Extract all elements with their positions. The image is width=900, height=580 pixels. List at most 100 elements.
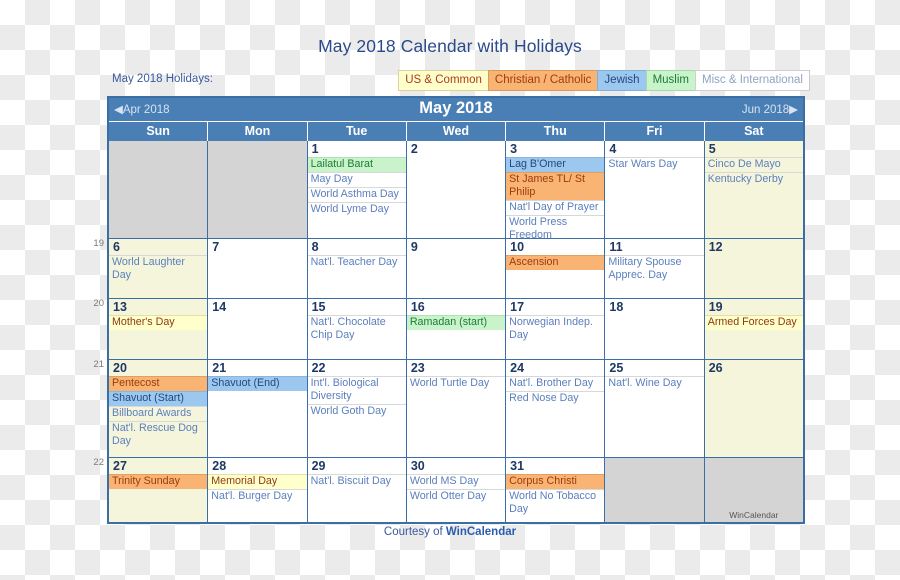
legend: May 2018 Holidays: US & Common Christian … xyxy=(108,70,810,92)
event-item[interactable]: Int'l. Biological Diversity xyxy=(307,376,406,404)
event-item[interactable]: World Turtle Day xyxy=(406,376,506,391)
event-item[interactable]: Nat'l Day of Prayer xyxy=(506,200,605,215)
event-item[interactable]: Nat'l. Teacher Day xyxy=(307,255,406,270)
day-number: 6 xyxy=(113,240,120,254)
legend-chip-us[interactable]: US & Common xyxy=(398,70,488,91)
day-cell[interactable]: 31 Corpus Christi World No Tobacco Day xyxy=(506,458,606,522)
event-item[interactable]: Star Wars Day xyxy=(605,157,704,172)
day-cell[interactable]: 14 xyxy=(208,299,308,359)
day-number: 27 xyxy=(113,459,127,473)
day-cell[interactable]: 2 xyxy=(406,141,507,238)
day-number: 23 xyxy=(410,361,425,375)
day-cell[interactable]: 20 Pentecost Shavuot (Start) Billboard Awar… xyxy=(109,360,209,457)
day-cell[interactable]: 26 xyxy=(704,360,803,457)
footer: Courtesy of WinCalendar xyxy=(0,526,900,538)
day-cell[interactable]: 28 Memorial Day Nat'l. Burger Day xyxy=(208,458,308,522)
day-cell[interactable]: 25 Nat'l. Wine Day xyxy=(605,360,705,457)
calendar-week-row: 20 Pentecost Shavuot (Start) Billboard Awar… xyxy=(109,359,803,457)
day-cell[interactable]: 23 World Turtle Day xyxy=(406,360,507,457)
event-item[interactable]: Corpus Christi xyxy=(506,474,605,489)
day-cell[interactable]: 9 xyxy=(406,239,507,298)
event-item[interactable]: Nat'l. Wine Day xyxy=(605,376,704,391)
event-item[interactable]: World Laughter Day xyxy=(109,255,208,283)
day-cell[interactable]: 7 xyxy=(208,239,308,298)
event-item[interactable]: St James TL/ St Philip xyxy=(506,172,605,200)
day-cell[interactable]: 10 Ascension xyxy=(506,239,606,298)
event-item[interactable]: Nat'l. Biscuit Day xyxy=(307,474,406,489)
day-cell[interactable]: 3 Lag B'Omer St James TL/ St Philip Nat'l D… xyxy=(506,141,606,238)
event-item[interactable]: Shavuot (End) xyxy=(208,376,307,391)
day-cell[interactable]: 22 Int'l. Biological Diversity World Goth … xyxy=(307,360,407,457)
day-cell[interactable]: 27 Trinity Sunday xyxy=(109,458,209,522)
day-cell[interactable]: 19 Armed Forces Day xyxy=(704,299,803,359)
day-cell[interactable]: 1 Lailatul Barat May Day World Asthma Day Wo… xyxy=(307,141,407,238)
event-item[interactable]: World Otter Day xyxy=(406,489,506,504)
event-item[interactable]: Nat'l. Burger Day xyxy=(208,489,307,504)
event-item[interactable]: World No Tobacco Day xyxy=(506,489,605,517)
event-item[interactable]: Lailatul Barat xyxy=(307,157,406,172)
event-item[interactable]: Nat'l. Brother Day xyxy=(506,376,605,391)
day-cell[interactable]: 17 Norwegian Indep. Day xyxy=(506,299,606,359)
day-number: 22 xyxy=(311,361,326,375)
next-month-link[interactable]: Jun 2018▶ xyxy=(742,102,798,116)
day-cell[interactable]: 21 Shavuot (End) xyxy=(208,360,308,457)
event-item[interactable]: Nat'l. Chocolate Chip Day xyxy=(307,315,406,343)
day-number: 17 xyxy=(510,300,525,314)
event-item[interactable]: Pentecost xyxy=(109,376,208,391)
event-item[interactable]: Nat'l. Rescue Dog Day xyxy=(109,421,208,449)
event-item[interactable]: Cinco De Mayo xyxy=(704,157,803,172)
day-cell[interactable]: 29 Nat'l. Biscuit Day xyxy=(307,458,407,522)
footer-brand[interactable]: WinCalendar xyxy=(446,526,516,538)
event-item[interactable]: Ascension xyxy=(506,255,605,270)
calendar-week-row: 6 World Laughter Day 7 8 Nat'l. Teacher Day 9… xyxy=(109,238,803,298)
day-cell[interactable]: 18 xyxy=(605,299,705,359)
legend-chip-jew[interactable]: Jewish xyxy=(597,70,646,91)
event-item[interactable]: May Day xyxy=(307,172,406,187)
day-cell[interactable]: 5 Cinco De Mayo Kentucky Derby xyxy=(704,141,803,238)
day-cell[interactable]: 6 World Laughter Day xyxy=(109,239,209,298)
calendar-week-row: 1 Lailatul Barat May Day World Asthma Day Wo… xyxy=(109,141,803,238)
calendar-page: May 2018 Calendar with Holidays May 2018… xyxy=(0,0,900,580)
legend-chip-misc[interactable]: Misc & International xyxy=(695,70,810,91)
day-of-week-header: Sun Mon Tue Wed Thu Fri Sat xyxy=(109,121,803,141)
day-number: 7 xyxy=(212,240,220,254)
legend-chip-chr[interactable]: Christian / Catholic xyxy=(487,70,598,91)
week-number: 21 xyxy=(93,359,104,370)
day-cell[interactable]: 4 Star Wars Day xyxy=(605,141,705,238)
day-header-sat: Sat xyxy=(744,124,764,138)
event-item[interactable]: Trinity Sunday xyxy=(109,474,208,489)
calendar-week-row: 27 Trinity Sunday 28 Memorial Day Nat'l. Bur… xyxy=(109,457,803,522)
event-item[interactable]: Red Nose Day xyxy=(506,391,605,406)
event-item[interactable]: Mother's Day xyxy=(109,315,208,330)
event-item[interactable]: World Lyme Day xyxy=(307,202,406,217)
event-item[interactable]: Memorial Day xyxy=(208,474,307,489)
page-title: May 2018 Calendar with Holidays xyxy=(318,36,582,56)
event-item[interactable]: Military Spouse Apprec. Day xyxy=(605,255,704,283)
day-cell[interactable]: 11 Military Spouse Apprec. Day xyxy=(605,239,705,298)
event-item[interactable]: World Press Freedom xyxy=(506,215,605,238)
legend-chip-mus[interactable]: Muslim xyxy=(645,70,695,91)
wincalendar-watermark: WinCalendar xyxy=(729,510,779,520)
day-cell[interactable]: 8 Nat'l. Teacher Day xyxy=(307,239,407,298)
day-cell[interactable]: 24 Nat'l. Brother Day Red Nose Day xyxy=(506,360,606,457)
day-cell[interactable]: 15 Nat'l. Chocolate Chip Day xyxy=(307,299,407,359)
day-cell[interactable]: 12 xyxy=(704,239,803,298)
day-cell[interactable]: 13 Mother's Day xyxy=(109,299,209,359)
event-item[interactable]: Kentucky Derby xyxy=(704,172,803,187)
day-number: 20 xyxy=(113,361,127,375)
day-number: 24 xyxy=(510,361,525,375)
event-item[interactable]: Norwegian Indep. Day xyxy=(506,315,605,343)
event-item[interactable]: World MS Day xyxy=(406,474,506,489)
event-item[interactable]: World Asthma Day xyxy=(307,187,406,202)
event-item[interactable]: Lag B'Omer xyxy=(506,157,605,172)
day-header-sun: Sun xyxy=(109,122,209,141)
event-item[interactable]: Shavuot (Start) xyxy=(109,391,208,406)
empty-cell xyxy=(109,141,209,238)
event-item[interactable]: World Goth Day xyxy=(307,404,406,419)
day-cell[interactable]: 16 Ramadan (start) xyxy=(406,299,507,359)
event-item[interactable]: Ramadan (start) xyxy=(406,315,506,330)
event-item[interactable]: Armed Forces Day xyxy=(704,315,803,330)
day-cell[interactable]: 30 World MS Day World Otter Day xyxy=(406,458,507,522)
event-item[interactable]: Billboard Awards xyxy=(109,406,208,421)
calendar-week-row: 13 Mother's Day 14 15 Nat'l. Chocolate Chip … xyxy=(109,298,803,359)
